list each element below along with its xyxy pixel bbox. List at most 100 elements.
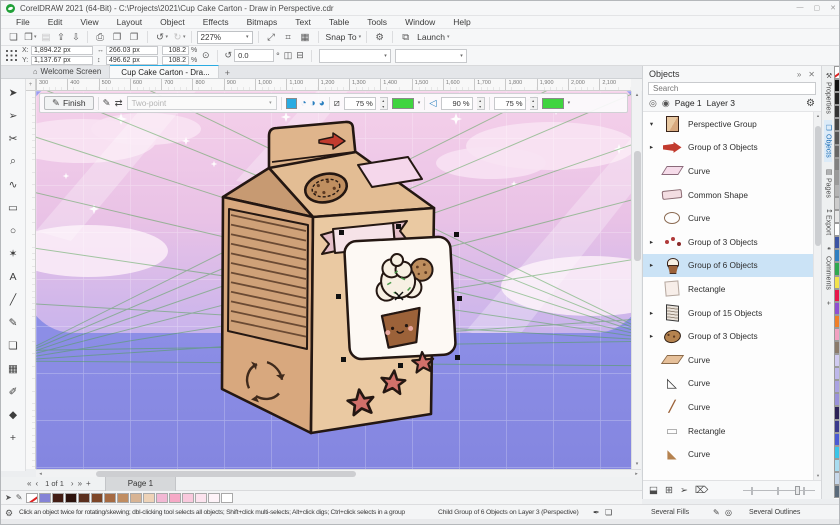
color-swatch[interactable] bbox=[130, 493, 142, 503]
layers-icon[interactable]: ⬓ bbox=[649, 485, 658, 496]
fill-pen-icon[interactable]: ✒ bbox=[593, 508, 600, 517]
color-swatch[interactable] bbox=[78, 493, 90, 503]
style-dropdown-2[interactable]: ▾ bbox=[395, 49, 467, 63]
scale-h-field[interactable]: 108.2 bbox=[162, 46, 189, 55]
color-swatch[interactable] bbox=[834, 328, 840, 341]
docker-tab[interactable]: + bbox=[825, 295, 832, 309]
color-swatch[interactable] bbox=[834, 393, 840, 406]
color-swatch[interactable] bbox=[834, 223, 840, 236]
color-swatch[interactable] bbox=[39, 493, 51, 503]
color-swatch[interactable] bbox=[834, 236, 840, 249]
object-row[interactable]: ▭ Rectangle bbox=[643, 419, 821, 443]
chevron-down-icon[interactable]: ▾ bbox=[246, 34, 249, 40]
object-origin-selector[interactable] bbox=[5, 49, 18, 62]
object-row[interactable]: ▸ Group of 3 Objects bbox=[643, 324, 821, 348]
color-swatch[interactable] bbox=[834, 158, 840, 171]
palette-flyout-icon[interactable]: ➤ bbox=[5, 493, 12, 502]
menu-item[interactable]: Table bbox=[320, 17, 358, 27]
outline-circle-icon[interactable]: ◎ bbox=[725, 508, 732, 517]
color-swatch[interactable] bbox=[834, 262, 840, 275]
more-tools-button[interactable]: + bbox=[3, 426, 24, 449]
object-height-field[interactable]: 496.62 px bbox=[106, 56, 158, 65]
menu-item[interactable]: Effects bbox=[194, 17, 238, 27]
docker-tab[interactable]: ❏ Objects bbox=[824, 120, 832, 162]
color-swatch[interactable] bbox=[834, 380, 840, 393]
freehand-tool[interactable]: ∿ bbox=[3, 173, 24, 196]
export-icon[interactable]: ⇩ bbox=[69, 32, 84, 43]
docker-tab[interactable]: ❝ Comments bbox=[824, 242, 832, 294]
color-swatch[interactable] bbox=[117, 493, 129, 503]
list-scrollbar[interactable]: ▴ ▾ bbox=[813, 112, 821, 480]
vertical-ruler[interactable] bbox=[26, 91, 36, 469]
scrollbar-thumb[interactable] bbox=[634, 151, 641, 261]
color-swatch[interactable] bbox=[65, 493, 77, 503]
stepper-control[interactable]: ▴▾ bbox=[530, 97, 538, 110]
color-swatch[interactable] bbox=[834, 472, 840, 485]
menu-item[interactable]: View bbox=[71, 17, 107, 27]
chevron-down-icon[interactable]: ▾ bbox=[447, 34, 450, 40]
next-page-button[interactable]: › bbox=[71, 479, 74, 488]
expand-caret-icon[interactable]: ▸ bbox=[647, 143, 656, 151]
object-row[interactable]: ◺ Curve bbox=[643, 372, 821, 396]
paste-icon[interactable]: ❐ bbox=[127, 32, 142, 43]
grid-color-swatch[interactable] bbox=[542, 98, 564, 109]
expand-caret-icon[interactable]: ▸ bbox=[647, 309, 656, 317]
color-swatch[interactable] bbox=[26, 493, 38, 503]
color-swatch[interactable] bbox=[834, 184, 840, 197]
import-icon[interactable]: ⇪ bbox=[54, 32, 69, 43]
layer-settings-gear-icon[interactable]: ⚙ bbox=[806, 98, 815, 109]
pick-tool[interactable]: ➤ bbox=[3, 81, 24, 104]
object-row[interactable]: ▸ Group of 15 Objects bbox=[643, 301, 821, 325]
dropdown-caret-icon[interactable]: ▾ bbox=[34, 34, 37, 40]
rectangle-tool[interactable]: ▭ bbox=[3, 196, 24, 219]
stepper-control[interactable]: ▴▾ bbox=[380, 97, 388, 110]
launch-dropdown[interactable]: Launch bbox=[417, 32, 445, 42]
color-swatch[interactable] bbox=[221, 493, 233, 503]
color-swatch[interactable] bbox=[834, 210, 840, 223]
color-swatch[interactable] bbox=[834, 276, 840, 289]
scroll-up-icon[interactable]: ▴ bbox=[814, 113, 821, 119]
color-swatch[interactable] bbox=[834, 485, 840, 498]
collapse-docker-icon[interactable]: » bbox=[797, 70, 801, 79]
slider-handle[interactable] bbox=[795, 486, 800, 495]
show-grid-icon[interactable]: ▦ bbox=[298, 32, 313, 43]
object-row[interactable]: Common Shape bbox=[643, 183, 821, 207]
dropdown-caret-icon[interactable]: ▾ bbox=[183, 34, 186, 40]
canvas-artwork[interactable] bbox=[36, 91, 631, 469]
drawing-canvas[interactable] bbox=[36, 91, 631, 469]
y-plane-icon[interactable]: ◑ bbox=[310, 98, 316, 109]
color-swatch[interactable] bbox=[834, 433, 840, 446]
vertical-scrollbar[interactable]: ▴ ▾ bbox=[631, 91, 641, 469]
crop-tool[interactable]: ✂ bbox=[3, 127, 24, 150]
mesh-fill-tool[interactable]: ▦ bbox=[3, 357, 24, 380]
rotation-angle-field[interactable]: 0.0 bbox=[234, 49, 274, 62]
object-row[interactable]: Curve bbox=[643, 348, 821, 372]
perspective-preset-dropdown[interactable]: Two-point ▾ bbox=[127, 96, 277, 110]
interactive-fill-tool[interactable]: ◆ bbox=[3, 403, 24, 426]
right-plane-opacity-field[interactable]: 75 % bbox=[494, 97, 526, 110]
fullscreen-preview-icon[interactable]: ⤢ bbox=[264, 32, 279, 43]
color-swatch[interactable] bbox=[834, 354, 840, 367]
scroll-down-icon[interactable]: ▾ bbox=[632, 460, 642, 469]
shape-tool[interactable]: ➢ bbox=[3, 104, 24, 127]
color-swatch[interactable] bbox=[834, 367, 840, 380]
color-swatch[interactable] bbox=[834, 302, 840, 315]
color-swatch[interactable] bbox=[169, 493, 181, 503]
color-swatch[interactable] bbox=[834, 131, 840, 144]
ruler-origin-button[interactable]: + bbox=[26, 79, 36, 91]
menu-item[interactable]: Text bbox=[286, 17, 320, 27]
chevron-down-icon[interactable]: ▾ bbox=[460, 53, 463, 59]
docker-tab[interactable]: ▤ Pages bbox=[824, 164, 832, 202]
chevron-down-icon[interactable]: ▾ bbox=[568, 100, 571, 106]
color-swatch[interactable] bbox=[834, 446, 840, 459]
copy-icon[interactable]: ❐ bbox=[110, 32, 125, 43]
document-tab[interactable]: ⌂Welcome Screen bbox=[25, 65, 110, 78]
menu-item[interactable]: Edit bbox=[39, 17, 72, 27]
color-swatch[interactable] bbox=[834, 92, 840, 105]
zoom-tool[interactable]: ⌕ bbox=[3, 150, 24, 173]
z-plane-icon[interactable]: ◕ bbox=[319, 98, 325, 109]
color-swatch[interactable] bbox=[834, 171, 840, 184]
object-width-field[interactable]: 266.03 px bbox=[106, 46, 158, 55]
show-rulers-icon[interactable]: ⌗ bbox=[281, 32, 296, 43]
scale-v-field[interactable]: 108.2 bbox=[162, 56, 189, 65]
